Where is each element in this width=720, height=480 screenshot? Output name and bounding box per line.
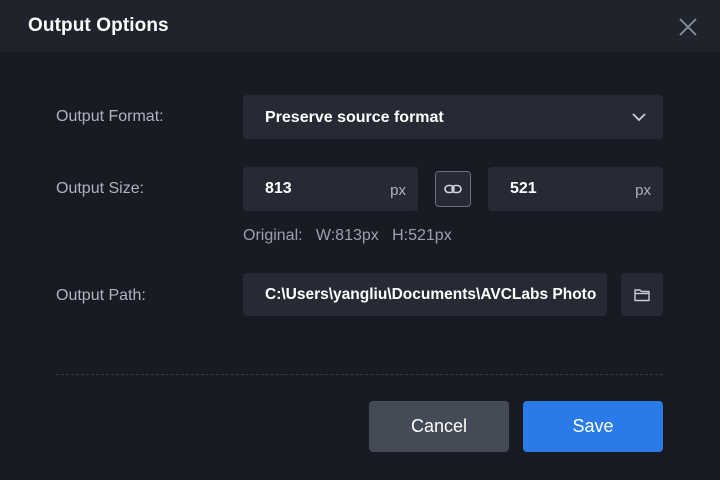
link-icon [444, 184, 462, 194]
save-button[interactable]: Save [523, 401, 663, 452]
width-unit: px [390, 182, 406, 199]
height-unit: px [635, 182, 651, 199]
divider [56, 374, 663, 375]
dialog-title: Output Options [28, 15, 169, 36]
width-value: 813 [265, 180, 292, 197]
dialog-titlebar: Output Options [0, 0, 720, 52]
output-path-label: Output Path: [56, 287, 146, 304]
output-path-input[interactable]: C:\Users\yangliu\Documents\AVCLabs Photo [243, 273, 607, 316]
chevron-down-icon [632, 113, 646, 122]
output-format-value: Preserve source format [265, 109, 444, 126]
output-path-value: C:\Users\yangliu\Documents\AVCLabs Photo [265, 286, 597, 303]
height-input[interactable]: 521 px [488, 167, 663, 211]
output-format-label: Output Format: [56, 108, 164, 125]
cancel-button[interactable]: Cancel [369, 401, 509, 452]
output-format-select[interactable]: Preserve source format [243, 95, 663, 139]
folder-icon [634, 289, 650, 302]
height-value: 521 [510, 180, 537, 197]
close-icon[interactable] [674, 13, 702, 41]
output-options-dialog: Output Options Output Format: Preserve s… [0, 0, 720, 480]
aspect-link-button[interactable] [435, 171, 471, 207]
output-size-label: Output Size: [56, 180, 145, 197]
browse-folder-button[interactable] [621, 273, 663, 316]
width-input[interactable]: 813 px [243, 167, 418, 211]
original-size-text: Original: W:813px H:521px [243, 227, 452, 244]
